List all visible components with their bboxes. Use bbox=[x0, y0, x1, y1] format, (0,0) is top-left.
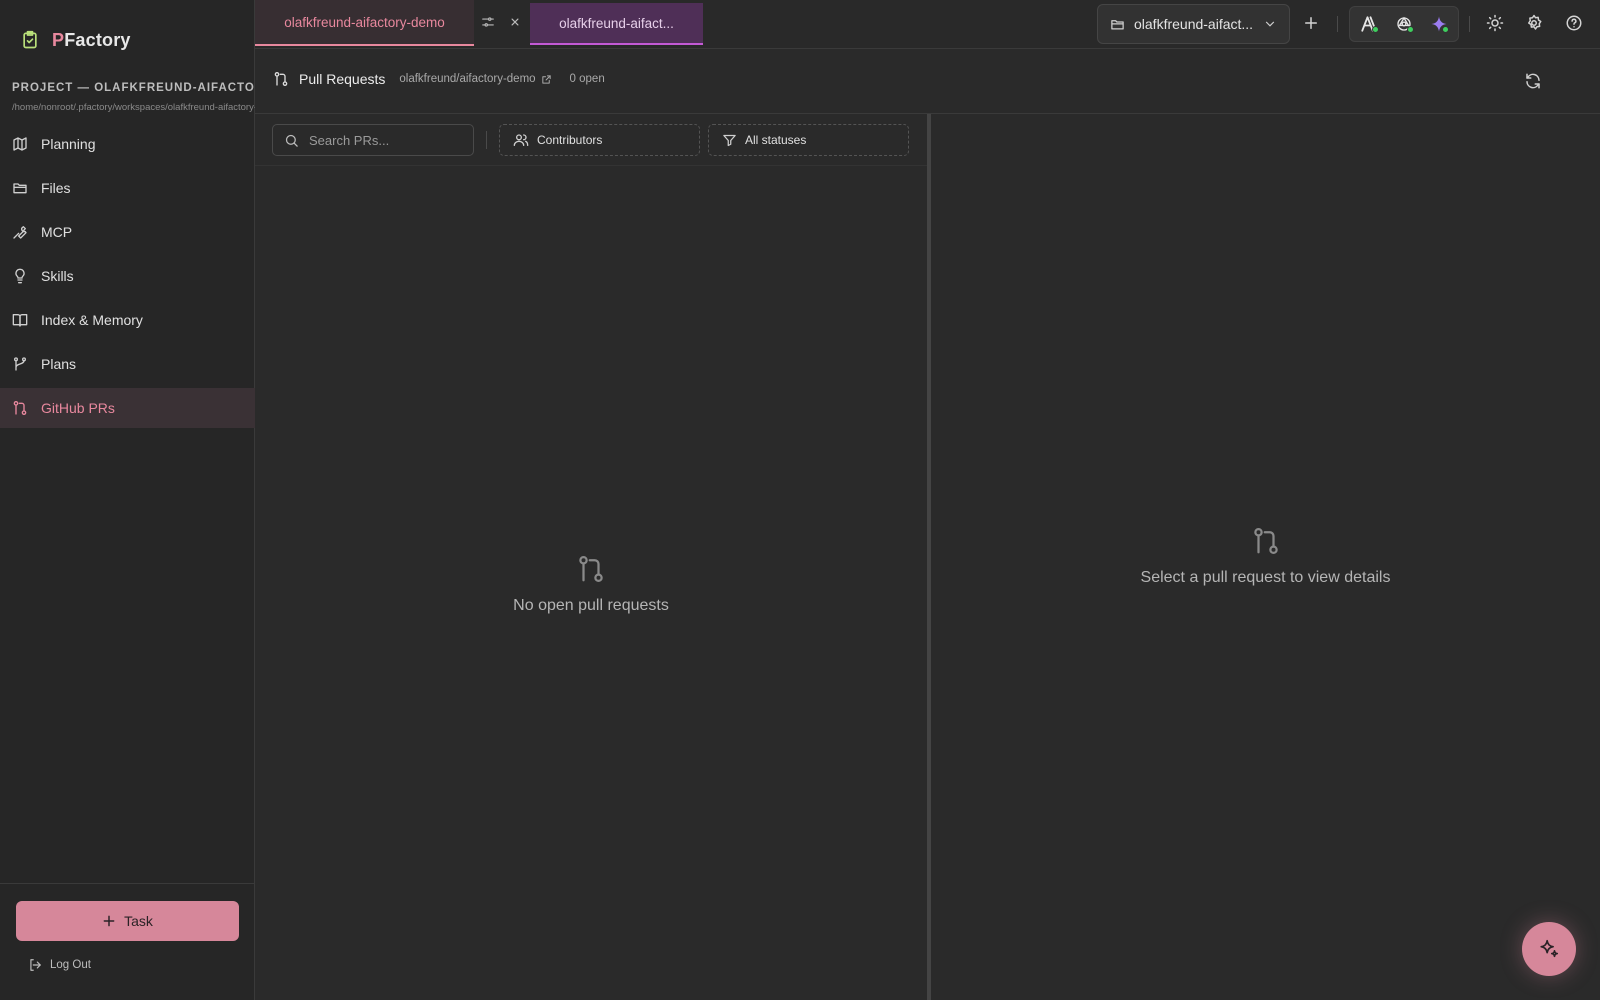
sidebar-item-plans[interactable]: Plans bbox=[0, 344, 255, 384]
help-icon[interactable] bbox=[1565, 14, 1583, 32]
refresh-icon[interactable] bbox=[1524, 72, 1542, 90]
sidebar-item-label: MCP bbox=[41, 224, 73, 240]
filter-bar: Contributors All statuses bbox=[255, 114, 927, 166]
divider bbox=[1337, 16, 1338, 32]
project-path: /home/nonroot/.pfactory/workspaces/olafk… bbox=[12, 102, 255, 113]
search-input[interactable] bbox=[309, 132, 459, 148]
sidebar-nav: Planning Files MCP Skills Index & Memory bbox=[0, 124, 255, 432]
project-selector-value: olafkfreund-aifact... bbox=[1134, 16, 1254, 32]
empty-detail-message: Select a pull request to view details bbox=[1140, 569, 1391, 586]
sidebar-item-files[interactable]: Files bbox=[0, 168, 255, 208]
close-tab-icon[interactable] bbox=[508, 15, 524, 31]
tab-project-secondary[interactable]: olafkfreund-aifact... bbox=[530, 3, 703, 45]
sidebar-footer: Task Log Out bbox=[0, 883, 255, 1000]
empty-list-state: No open pull requests bbox=[255, 554, 927, 615]
repo-link[interactable]: olafkfreund/aifactory-demo bbox=[399, 73, 551, 85]
pr-list-panel: Contributors All statuses No open pull r… bbox=[255, 114, 927, 1000]
sidebar-item-github-prs[interactable]: GitHub PRs bbox=[0, 388, 255, 428]
status-filter-label: All statuses bbox=[745, 133, 807, 147]
map-icon bbox=[12, 136, 28, 152]
sidebar-item-label: Index & Memory bbox=[41, 312, 143, 328]
logout-label: Log Out bbox=[50, 959, 91, 971]
contributors-filter[interactable]: Contributors bbox=[499, 124, 700, 156]
git-pull-request-icon bbox=[12, 400, 28, 416]
sidebar: PFactory PROJECT — OLAFKFREUND-AIFACTORY… bbox=[0, 0, 255, 1000]
app-name: PFactory bbox=[52, 29, 131, 50]
empty-list-message: No open pull requests bbox=[513, 597, 669, 614]
wrench-icon bbox=[12, 224, 28, 240]
sidebar-item-index-memory[interactable]: Index & Memory bbox=[0, 300, 255, 340]
pr-header: Pull Requests olafkfreund/aifactory-demo… bbox=[255, 49, 1600, 114]
gemini-sparkle-icon[interactable] bbox=[1430, 15, 1449, 33]
sparkles-icon bbox=[1538, 938, 1560, 960]
sliders-icon[interactable] bbox=[481, 15, 497, 31]
external-link-icon bbox=[541, 74, 552, 85]
divider bbox=[1469, 16, 1470, 32]
anthropic-icon[interactable] bbox=[1360, 15, 1379, 33]
app-logo[interactable]: PFactory bbox=[20, 28, 131, 52]
openai-icon[interactable] bbox=[1395, 15, 1414, 33]
page-title: Pull Requests bbox=[299, 71, 386, 87]
tab-label: olafkfreund-aifact... bbox=[559, 15, 674, 31]
git-pull-request-icon bbox=[576, 554, 606, 584]
logout-icon bbox=[28, 958, 42, 972]
filter-icon bbox=[722, 133, 737, 148]
git-branch-icon bbox=[12, 356, 28, 372]
repo-name: olafkfreund/aifactory-demo bbox=[399, 73, 536, 85]
status-filter[interactable]: All statuses bbox=[708, 124, 909, 156]
top-bar: olafkfreund-aifactory-demo olafkfreund-a… bbox=[255, 0, 1600, 49]
lightbulb-icon bbox=[12, 268, 28, 284]
divider bbox=[486, 131, 487, 149]
new-task-button[interactable]: Task bbox=[16, 901, 239, 941]
sidebar-item-label: Planning bbox=[41, 136, 96, 152]
status-dot-online bbox=[1442, 26, 1449, 33]
sidebar-item-planning[interactable]: Planning bbox=[0, 124, 255, 164]
plus-icon bbox=[102, 914, 116, 928]
git-pull-request-icon bbox=[1251, 526, 1281, 556]
logout-button[interactable]: Log Out bbox=[28, 958, 91, 972]
book-icon bbox=[12, 312, 28, 328]
add-icon[interactable] bbox=[1302, 14, 1320, 32]
folder-icon bbox=[1110, 17, 1125, 32]
sidebar-item-label: Files bbox=[41, 180, 71, 196]
project-selector[interactable]: olafkfreund-aifact... bbox=[1097, 4, 1290, 44]
folder-icon bbox=[12, 180, 28, 196]
ai-provider-group bbox=[1349, 6, 1459, 42]
pr-title-row: Pull Requests olafkfreund/aifactory-demo… bbox=[273, 71, 605, 87]
tab-project-demo[interactable]: olafkfreund-aifactory-demo bbox=[255, 0, 474, 46]
users-icon bbox=[513, 132, 529, 148]
sidebar-item-label: Plans bbox=[41, 356, 77, 372]
sidebar-item-label: Skills bbox=[41, 268, 74, 284]
search-box bbox=[272, 124, 474, 156]
chevron-down-icon bbox=[1263, 17, 1277, 31]
gear-icon[interactable] bbox=[1525, 14, 1543, 32]
sidebar-item-mcp[interactable]: MCP bbox=[0, 212, 255, 252]
open-count: 0 open bbox=[569, 73, 605, 85]
pr-detail-panel: Select a pull request to view details bbox=[931, 114, 1600, 1000]
status-dot-online bbox=[1407, 26, 1414, 33]
sidebar-item-skills[interactable]: Skills bbox=[0, 256, 255, 296]
clipboard-check-icon bbox=[20, 30, 40, 50]
ai-assistant-button[interactable] bbox=[1522, 922, 1576, 976]
git-pull-request-icon bbox=[273, 71, 289, 87]
sidebar-item-label: GitHub PRs bbox=[41, 400, 115, 416]
status-dot-online bbox=[1372, 26, 1379, 33]
empty-detail-state: Select a pull request to view details bbox=[931, 526, 1600, 587]
project-label: PROJECT — OLAFKFREUND-AIFACTORY-DEMO bbox=[12, 82, 255, 94]
sun-icon[interactable] bbox=[1486, 14, 1504, 32]
task-button-label: Task bbox=[124, 913, 153, 929]
contributors-filter-label: Contributors bbox=[537, 133, 603, 147]
tab-label: olafkfreund-aifactory-demo bbox=[284, 14, 445, 30]
search-icon bbox=[284, 133, 299, 148]
